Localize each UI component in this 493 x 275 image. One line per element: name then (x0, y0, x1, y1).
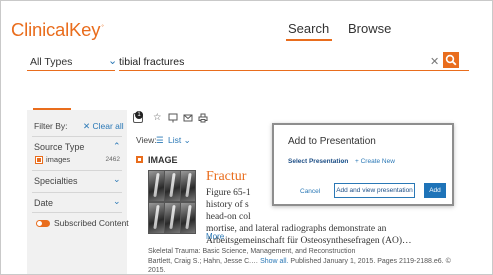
divider (32, 192, 122, 193)
app-window: ClinicalKey° Search Browse All Types ⌄ t… (0, 0, 493, 275)
result-authors: Bartlett, Craig S.; Hahn, Jesse C.… Show… (148, 258, 451, 265)
xray-image (149, 171, 164, 201)
add-to-presentation-dialog: Add to Presentation Select Presentation … (272, 123, 454, 206)
subscribed-content-toggle[interactable] (36, 220, 50, 227)
caption-line: head-on col (206, 212, 251, 222)
clear-search-icon[interactable]: ✕ (430, 55, 439, 68)
date-facet[interactable]: Date (34, 198, 53, 208)
xray-image (181, 171, 195, 201)
more-link[interactable]: More (206, 232, 224, 241)
add-and-view-button[interactable]: Add and view presentation (334, 183, 415, 198)
caption-line: mortise, and lateral radiographs demonst… (206, 224, 387, 234)
presentation-icon[interactable] (168, 113, 178, 126)
xray-image (165, 171, 180, 201)
view-label: View: (136, 135, 157, 145)
chevron-down-icon: ⌄ (183, 135, 191, 145)
chevron-down-icon: ⌄ (108, 55, 118, 67)
close-icon: ✕ (83, 121, 91, 131)
dialog-title: Add to Presentation (288, 136, 376, 147)
content-type-underline (27, 70, 115, 71)
view-mode-value: List (168, 135, 182, 145)
content-type-value: All Types (30, 56, 73, 68)
xray-image (165, 203, 180, 233)
filter-sidebar: Filter By: ✕ Clear all Source Type ⌃ ima… (27, 110, 129, 274)
result-checkbox[interactable] (136, 156, 143, 163)
search-input-underline (119, 70, 469, 71)
result-source[interactable]: Skeletal Trauma: Basic Science, Manageme… (148, 248, 355, 255)
source-type-facet[interactable]: Source Type (34, 142, 84, 152)
subscribed-content-label: Subscribed Content (54, 218, 129, 228)
result-thumbnail[interactable] (148, 170, 196, 234)
xray-image (181, 203, 195, 233)
result-year: 2015. (148, 267, 166, 274)
images-filter-label: images (46, 155, 71, 164)
print-icon[interactable] (198, 113, 208, 126)
divider (32, 170, 122, 171)
chevron-up-icon[interactable]: ⌃ (113, 141, 121, 152)
result-title-link[interactable]: Fractur (206, 169, 246, 185)
search-icon (445, 54, 457, 66)
star-icon[interactable]: ☆ (153, 113, 162, 123)
list-view-icon[interactable]: ☰ (156, 135, 164, 146)
clear-all-filters-button[interactable]: ✕ Clear all (83, 121, 124, 132)
logo-mark: ° (101, 24, 104, 31)
create-new-link[interactable]: + Create New (355, 158, 395, 165)
search-input[interactable]: tibial fractures (119, 56, 184, 68)
search-button[interactable] (443, 52, 459, 68)
nav-search-tab[interactable]: Search (288, 21, 329, 36)
specialties-facet[interactable]: Specialties (34, 176, 78, 186)
search-bar: All Types ⌄ tibial fractures ✕ (25, 52, 471, 71)
chevron-down-icon[interactable]: ⌄ (113, 196, 121, 207)
images-filter-count: 2462 (105, 156, 120, 163)
divider (32, 136, 122, 137)
email-icon[interactable] (183, 113, 193, 126)
chevron-down-icon[interactable]: ⌄ (113, 174, 121, 185)
authors-text: Bartlett, Craig S.; Hahn, Jesse C.… (148, 258, 259, 265)
xray-image (149, 203, 164, 233)
clear-all-label: Clear all (92, 121, 124, 131)
show-all-authors-link[interactable]: Show all. (260, 258, 288, 265)
nav-browse-tab[interactable]: Browse (348, 21, 391, 36)
caption-line: Arbeitsgemeinschaft für Osteosynthesefra… (206, 236, 412, 246)
images-checkbox[interactable] (35, 156, 43, 164)
filter-by-label: Filter By: (34, 121, 68, 131)
clinicalkey-logo[interactable]: ClinicalKey° (11, 19, 104, 41)
divider (32, 212, 122, 213)
selected-count-badge: 1 (135, 111, 143, 119)
chevron-down-icon[interactable]: ⌄ (340, 157, 346, 165)
logo-text: ClinicalKey (11, 19, 101, 40)
published-text: Published January 1, 2015. Pages 2119-21… (290, 258, 451, 265)
add-button[interactable]: Add (424, 183, 446, 198)
cancel-button[interactable]: Cancel (300, 188, 320, 195)
result-type-label: IMAGE (148, 155, 178, 165)
nav-active-indicator (286, 39, 332, 41)
view-mode-select[interactable]: List ⌄ (168, 135, 191, 146)
